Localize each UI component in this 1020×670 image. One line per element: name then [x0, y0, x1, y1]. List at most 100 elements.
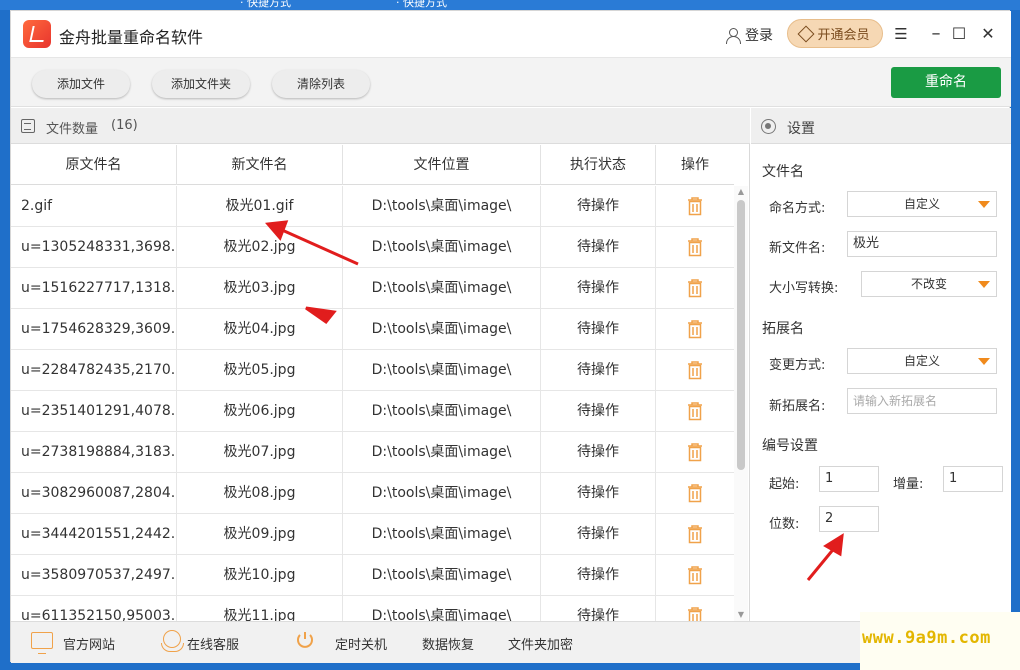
app-window: 金舟批量重命名软件 登录 开通会员 ☰ – ☐ ✕ 添加文件 添加文件夹 清除列…: [10, 10, 1011, 663]
cell-new-name: 极光01.gif: [177, 186, 343, 227]
naming-method-select[interactable]: 自定义: [847, 191, 997, 217]
cell-location: D:\tools\桌面\image\: [343, 596, 541, 621]
trash-icon[interactable]: [685, 483, 705, 503]
cell-status: 待操作: [541, 309, 656, 350]
cell-status: 待操作: [541, 186, 656, 227]
vertical-scrollbar[interactable]: ▲ ▼: [734, 186, 748, 621]
file-count-bar: 文件数量 (16): [11, 108, 750, 144]
scroll-thumb[interactable]: [737, 200, 745, 470]
column-action: 操作: [681, 157, 709, 173]
toolbar: 添加文件 添加文件夹 清除列表 重命名: [11, 57, 1011, 107]
shutdown-icon: [297, 632, 313, 648]
menu-icon[interactable]: ☰: [890, 23, 912, 45]
file-count: (16): [111, 118, 138, 133]
trash-icon[interactable]: [685, 319, 705, 339]
desktop-shortcut-label: · 快捷方式: [240, 0, 291, 9]
new-ext-input[interactable]: 请输入新拓展名: [847, 388, 997, 414]
start-label: 起始:: [769, 477, 800, 492]
step-input[interactable]: 1: [943, 466, 1003, 492]
trash-icon[interactable]: [685, 442, 705, 462]
cell-status: 待操作: [541, 473, 656, 514]
trash-icon[interactable]: [685, 565, 705, 585]
scroll-up-arrow[interactable]: ▲: [734, 186, 748, 198]
cell-location: D:\tools\桌面\image\: [343, 514, 541, 555]
filename-section-title: 文件名: [762, 164, 804, 180]
table-row[interactable]: u=3444201551,2442... 极光09.jpg D:\tools\桌面\…: [11, 514, 734, 555]
cell-original-name: u=1516227717,1318...: [11, 268, 177, 309]
cell-new-name: 极光05.jpg: [177, 350, 343, 391]
ext-method-label: 变更方式:: [769, 358, 826, 373]
cell-location: D:\tools\桌面\image\: [343, 186, 541, 227]
list-icon: [21, 119, 35, 133]
cell-new-name: 极光06.jpg: [177, 391, 343, 432]
naming-method-value: 自定义: [903, 197, 940, 211]
table-row[interactable]: u=1516227717,1318... 极光03.jpg D:\tools\桌面\…: [11, 268, 734, 309]
cell-original-name: u=3580970537,2497...: [11, 555, 177, 596]
cell-location: D:\tools\桌面\image\: [343, 309, 541, 350]
new-name-input[interactable]: 极光: [847, 231, 997, 257]
cell-original-name: u=2351401291,4078...: [11, 391, 177, 432]
ext-section-title: 拓展名: [762, 321, 804, 337]
cell-new-name: 极光09.jpg: [177, 514, 343, 555]
trash-icon[interactable]: [685, 278, 705, 298]
table-row[interactable]: u=1754628329,3609... 极光04.jpg D:\tools\桌面\…: [11, 309, 734, 350]
cell-new-name: 极光08.jpg: [177, 473, 343, 514]
start-input[interactable]: 1: [819, 466, 879, 492]
step-label: 增量:: [893, 477, 924, 492]
trash-icon[interactable]: [685, 524, 705, 544]
cell-status: 待操作: [541, 268, 656, 309]
maximize-button[interactable]: ☐: [948, 23, 970, 45]
cell-original-name: u=3444201551,2442...: [11, 514, 177, 555]
rename-button[interactable]: 重命名: [891, 67, 1001, 98]
digits-input[interactable]: 2: [819, 506, 879, 532]
cell-original-name: u=1305248331,3698...: [11, 227, 177, 268]
case-select[interactable]: 不改变: [861, 271, 997, 297]
close-button[interactable]: ✕: [977, 23, 999, 45]
cell-location: D:\tools\桌面\image\: [343, 268, 541, 309]
table-row[interactable]: 2.gif 极光01.gif D:\tools\桌面\image\ 待操作: [11, 186, 734, 227]
cell-status: 待操作: [541, 350, 656, 391]
table-row[interactable]: u=2351401291,4078... 极光06.jpg D:\tools\桌面\…: [11, 391, 734, 432]
vip-button[interactable]: 开通会员: [787, 19, 883, 48]
column-new-name: 新文件名: [177, 145, 343, 185]
settings-title: 设置: [787, 121, 815, 137]
file-list-panel: 文件数量 (16) 原文件名 新文件名 文件位置 执行状态 操作 2.gif 极光…: [11, 108, 750, 621]
table-row[interactable]: u=1305248331,3698... 极光02.jpg D:\tools\桌面\…: [11, 227, 734, 268]
trash-icon[interactable]: [685, 237, 705, 257]
headset-icon: [161, 630, 184, 652]
add-folder-button[interactable]: 添加文件夹: [152, 70, 250, 98]
clear-list-button[interactable]: 清除列表: [272, 70, 370, 98]
cell-status: 待操作: [541, 391, 656, 432]
watermark-text: www.9a9m.com: [862, 628, 991, 648]
table-row[interactable]: u=611352150,95003... 极光11.jpg D:\tools\桌面\…: [11, 596, 734, 621]
trash-icon[interactable]: [685, 196, 705, 216]
login-button[interactable]: 登录: [725, 25, 773, 45]
desktop-shortcut-label: · 快捷方式: [396, 0, 447, 9]
cell-status: 待操作: [541, 227, 656, 268]
watermark: www.9a9m.com: [860, 612, 1020, 670]
add-file-button[interactable]: 添加文件: [32, 70, 130, 98]
trash-icon[interactable]: [685, 606, 705, 621]
trash-icon[interactable]: [685, 401, 705, 421]
cell-original-name: u=611352150,95003...: [11, 596, 177, 621]
cell-status: 待操作: [541, 432, 656, 473]
table-row[interactable]: u=3082960087,2804... 极光08.jpg D:\tools\桌面\…: [11, 473, 734, 514]
minimize-button[interactable]: –: [925, 23, 947, 45]
cell-original-name: u=1754628329,3609...: [11, 309, 177, 350]
trash-icon[interactable]: [685, 360, 705, 380]
online-support-link[interactable]: 在线客服: [187, 634, 239, 653]
ext-method-select[interactable]: 自定义: [847, 348, 997, 374]
user-icon: [725, 27, 741, 44]
data-recovery-link[interactable]: 数据恢复: [422, 634, 474, 653]
shutdown-timer-link[interactable]: 定时关机: [335, 634, 387, 653]
folder-encrypt-link[interactable]: 文件夹加密: [508, 634, 573, 653]
table-row[interactable]: u=2738198884,3183... 极光07.jpg D:\tools\桌面\…: [11, 432, 734, 473]
new-name-label: 新文件名:: [769, 241, 826, 256]
number-section-title: 编号设置: [762, 438, 818, 454]
official-website-link[interactable]: 官方网站: [63, 634, 115, 653]
table-row[interactable]: u=3580970537,2497... 极光10.jpg D:\tools\桌面\…: [11, 555, 734, 596]
scroll-down-arrow[interactable]: ▼: [734, 609, 748, 621]
vip-label: 开通会员: [817, 28, 870, 43]
table-row[interactable]: u=2284782435,2170... 极光05.jpg D:\tools\桌面\…: [11, 350, 734, 391]
cell-original-name: u=3082960087,2804...: [11, 473, 177, 514]
